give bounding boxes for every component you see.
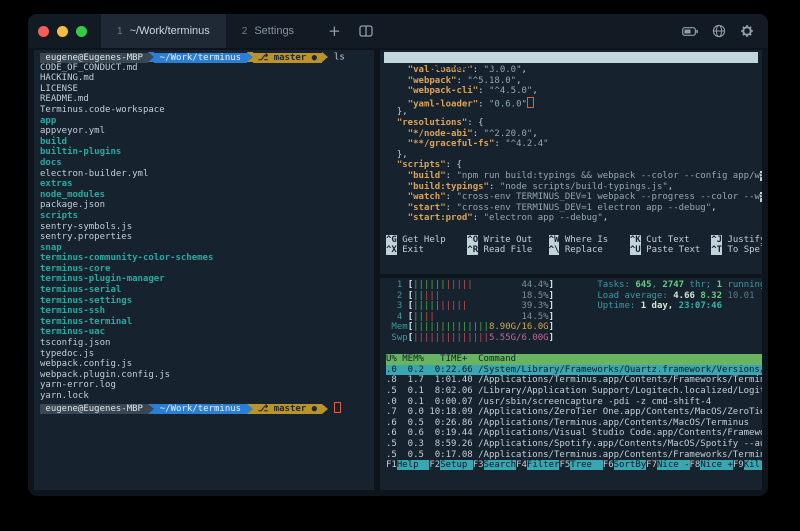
globe-icon[interactable] xyxy=(712,24,726,38)
htop-content: 1 [||||||||||| 44.4%] Tasks: 645, 2747 t… xyxy=(380,278,762,471)
process-row-selected: .0 0.2 0:22.66 /System/Library/Framework… xyxy=(386,365,762,376)
nano-editor-content: "val-loader": "3.0.0", "webpack": "^5.18… xyxy=(380,63,762,256)
process-row: .5 0.3 8:59.26 /Applications/Spotify.app… xyxy=(386,439,762,450)
nano-filename: package.json xyxy=(384,74,758,85)
htop-fkey-bar: F1Help F2Setup F3SearchF4FilterF5Tree F6… xyxy=(386,460,762,471)
terminal-pane-htop[interactable]: 1 [||||||||||| 44.4%] Tasks: 645, 2747 t… xyxy=(380,278,762,490)
tab-work-terminus[interactable]: 1 ~/Work/terminus xyxy=(101,14,226,48)
dir-entry: builtin-plugins xyxy=(40,147,374,158)
gear-icon[interactable] xyxy=(740,24,754,38)
nano-line: }, xyxy=(386,150,762,161)
dir-entry: terminus-terminal xyxy=(40,317,374,328)
dir-entry: terminus-ssh xyxy=(40,306,374,317)
nano-blank-line xyxy=(386,224,762,235)
dir-entry: terminus-plugin-manager xyxy=(40,274,374,285)
dir-entry: extras xyxy=(40,179,374,190)
nano-line-cursor: "yaml-loader": "0.6.0" xyxy=(386,97,762,108)
dir-entry: terminus-settings xyxy=(40,296,374,307)
nano-line: "**/graceful-fs": "^4.2.4" xyxy=(386,139,762,150)
cpu-meter-2: 2 [||||| 18.5%] Load average: 4.66 8.32 … xyxy=(386,291,762,302)
nano-shortcuts-row2: ^X Exit ^R Read File ^\ Replace ^U Paste… xyxy=(386,245,762,256)
file-entry: package.json xyxy=(40,200,374,211)
file-entry: README.md xyxy=(40,94,374,105)
process-row: .8 1.7 1:01.40 /Applications/Terminus.ap… xyxy=(386,375,762,386)
cpu-meter-4: 4 [|||| 14.5%] xyxy=(386,312,762,323)
process-table-header: U% MEM% TIME+ Command xyxy=(386,354,762,365)
htop-blank-line xyxy=(386,344,762,355)
dir-entry: snap xyxy=(40,243,374,254)
nano-line: "watch": "cross-env TERMINUS_DEV=1 webpa… xyxy=(386,192,762,203)
nano-line: "build:typings": "node scripts/build-typ… xyxy=(386,182,762,193)
swap-meter: Swp[||||||||||||||5.55G/6.00G] xyxy=(386,333,762,344)
nano-line: "start": "cross-env TERMINUS_DEV=1 elect… xyxy=(386,203,762,214)
process-row: .6 0.6 0:19.44 /Applications/Visual Stud… xyxy=(386,428,762,439)
nano-version: GNU nano 4.5 xyxy=(417,63,493,73)
file-entry: tsconfig.json xyxy=(40,338,374,349)
nano-line: "build": "npm run build:typings && webpa… xyxy=(386,171,762,182)
file-entry: appveyor.yml xyxy=(40,126,374,137)
file-entry: typedoc.js xyxy=(40,349,374,360)
mem-meter: Mem[||||||||||||||8.90G/16.0G] xyxy=(386,322,762,333)
nano-title-bar: GNU nano 4.5 package.json xyxy=(384,52,758,63)
nano-line: "resolutions": { xyxy=(386,118,762,129)
file-entry: Terminus.code-workspace xyxy=(40,105,374,116)
title-bar[interactable]: 1 ~/Work/terminus 2 Settings + xyxy=(28,14,768,48)
traffic-lights xyxy=(38,26,87,37)
cpu-meter-1: 1 [||||||||||| 44.4%] Tasks: 645, 2747 t… xyxy=(386,280,762,291)
file-entry: webpack.plugin.config.js xyxy=(40,370,374,381)
file-entry: webpack.config.js xyxy=(40,359,374,370)
dir-entry: terminus-core xyxy=(40,264,374,275)
file-entry: electron-builder.yml xyxy=(40,169,374,180)
process-row: .0 0.1 0:00.07 /usr/sbin/screencapture -… xyxy=(386,397,762,408)
zoom-button[interactable] xyxy=(76,26,87,37)
nano-line: "*/node-abi": "^2.20.0", xyxy=(386,129,762,140)
file-entry: CODE_OF_CONDUCT.md xyxy=(40,63,374,74)
tab-bar: 1 ~/Work/terminus 2 Settings xyxy=(101,14,310,48)
shell-prompt-top: eugene@Eugenes-MBP ~/Work/terminus ⎇ mas… xyxy=(40,52,374,63)
process-row: .5 0.5 0:17.08 /Applications/Terminus.ap… xyxy=(386,450,762,461)
dir-entry: build xyxy=(40,137,374,148)
process-row: .6 0.5 0:26.86 /Applications/Terminus.ap… xyxy=(386,418,762,429)
shell-prompt-bottom: eugene@Eugenes-MBP ~/Work/terminus ⎇ mas… xyxy=(40,402,374,413)
tab-title: ~/Work/terminus xyxy=(130,25,210,37)
dir-entry: scripts xyxy=(40,211,374,222)
file-entry: yarn-error.log xyxy=(40,380,374,391)
process-row: .5 0.1 8:02.06 /Library/Application Supp… xyxy=(386,386,762,397)
terminal-window: 1 ~/Work/terminus 2 Settings + eugene@ xyxy=(28,14,768,496)
new-tab-button[interactable]: + xyxy=(328,22,341,40)
dir-entry: terminus-community-color-schemes xyxy=(40,253,374,264)
dir-entry: terminus-uac xyxy=(40,327,374,338)
terminal-pane-nano[interactable]: GNU nano 4.5 package.json "val-loader": … xyxy=(380,50,762,274)
tab-title: Settings xyxy=(254,25,294,37)
dir-entry: terminus-serial xyxy=(40,285,374,296)
file-entry: LICENSE xyxy=(40,84,374,95)
dir-entry: docs xyxy=(40,158,374,169)
shell-output: eugene@Eugenes-MBP ~/Work/terminus ⎇ mas… xyxy=(34,50,374,412)
split-pane-icon[interactable] xyxy=(359,25,373,37)
tab-number: 2 xyxy=(242,26,248,37)
cpu-meter-3: 3 [|||||||||| 39.3%] Uptime: 1 day, 23:0… xyxy=(386,301,762,312)
nano-shortcuts-row1: ^G Get Help ^O Write Out ^W Where Is ^K … xyxy=(386,235,762,246)
tab-settings[interactable]: 2 Settings xyxy=(226,14,310,48)
file-entry: sentry-symbols.js xyxy=(40,222,374,233)
tab-number: 1 xyxy=(117,26,123,37)
file-entry: sentry.properties xyxy=(40,232,374,243)
process-row: .7 0.0 10:18.09 /Applications/ZeroTier O… xyxy=(386,407,762,418)
dir-entry: node_modules xyxy=(40,190,374,201)
file-entry: HACKING.md xyxy=(40,73,374,84)
minimize-button[interactable] xyxy=(57,26,68,37)
close-button[interactable] xyxy=(38,26,49,37)
dir-entry: app xyxy=(40,116,374,127)
nano-line: "scripts": { xyxy=(386,160,762,171)
terminal-pane-shell[interactable]: eugene@Eugenes-MBP ~/Work/terminus ⎇ mas… xyxy=(34,50,374,490)
battery-icon xyxy=(682,27,698,36)
file-entry: yarn.lock xyxy=(40,391,374,402)
titlebar-right-icons xyxy=(682,24,754,38)
nano-line: "webpack-cli": "^4.5.0", xyxy=(386,86,762,97)
nano-line: "start:prod": "electron app --debug", xyxy=(386,213,762,224)
